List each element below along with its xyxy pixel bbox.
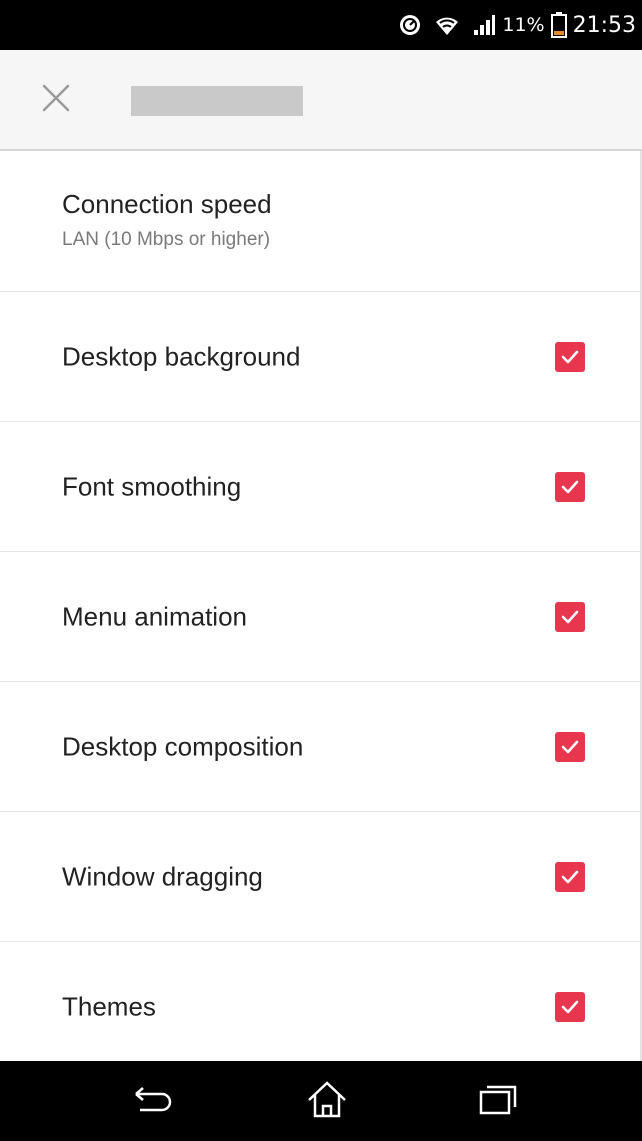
connection-speed-setting[interactable]: Connection speed LAN (10 Mbps or higher) — [0, 151, 640, 292]
back-icon — [132, 1085, 172, 1118]
desktop-composition-checkbox[interactable] — [555, 731, 585, 762]
connection-speed-title: Connection speed — [62, 189, 272, 219]
close-icon — [42, 84, 70, 117]
navigation-bar — [0, 1061, 642, 1141]
setting-font-smoothing[interactable]: Font smoothing — [0, 422, 640, 552]
setting-themes[interactable]: Themes — [0, 942, 640, 1072]
setting-label: Themes — [62, 991, 156, 1022]
setting-window-dragging[interactable]: Window dragging — [0, 812, 640, 942]
app-bar — [0, 50, 642, 151]
screen: 11% 21:53 Connection speed LAN (10 Mbps … — [0, 0, 642, 1141]
signal-icon — [472, 13, 496, 37]
setting-label: Desktop background — [62, 341, 301, 371]
data-saver-icon — [398, 13, 422, 37]
back-button[interactable] — [130, 1081, 174, 1121]
menu-animation-checkbox[interactable] — [555, 601, 585, 632]
connection-speed-value: LAN (10 Mbps or higher) — [62, 229, 271, 250]
battery-icon — [550, 12, 567, 38]
setting-desktop-composition[interactable]: Desktop composition — [0, 682, 640, 812]
home-button[interactable] — [305, 1080, 349, 1123]
setting-label: Desktop composition — [62, 731, 304, 761]
clock: 21:53 — [572, 12, 636, 38]
setting-label: Font smoothing — [62, 471, 242, 501]
recent-apps-button[interactable] — [476, 1081, 520, 1121]
setting-desktop-background[interactable]: Desktop background — [0, 292, 640, 422]
themes-checkbox[interactable] — [555, 992, 585, 1022]
settings-list: Connection speed LAN (10 Mbps or higher)… — [0, 151, 642, 1072]
window-dragging-checkbox[interactable] — [555, 861, 585, 892]
wifi-icon — [434, 13, 460, 37]
desktop-background-checkbox[interactable] — [555, 341, 585, 372]
battery-percent: 11% — [502, 14, 545, 36]
recent-apps-icon — [478, 1083, 518, 1120]
status-bar: 11% 21:53 — [0, 0, 642, 50]
font-smoothing-checkbox[interactable] — [555, 471, 585, 502]
home-icon — [307, 1080, 347, 1123]
redacted-title — [131, 86, 303, 116]
setting-label: Menu animation — [62, 601, 247, 631]
setting-menu-animation[interactable]: Menu animation — [0, 552, 640, 682]
setting-label: Window dragging — [62, 861, 263, 891]
close-button[interactable] — [32, 76, 80, 124]
